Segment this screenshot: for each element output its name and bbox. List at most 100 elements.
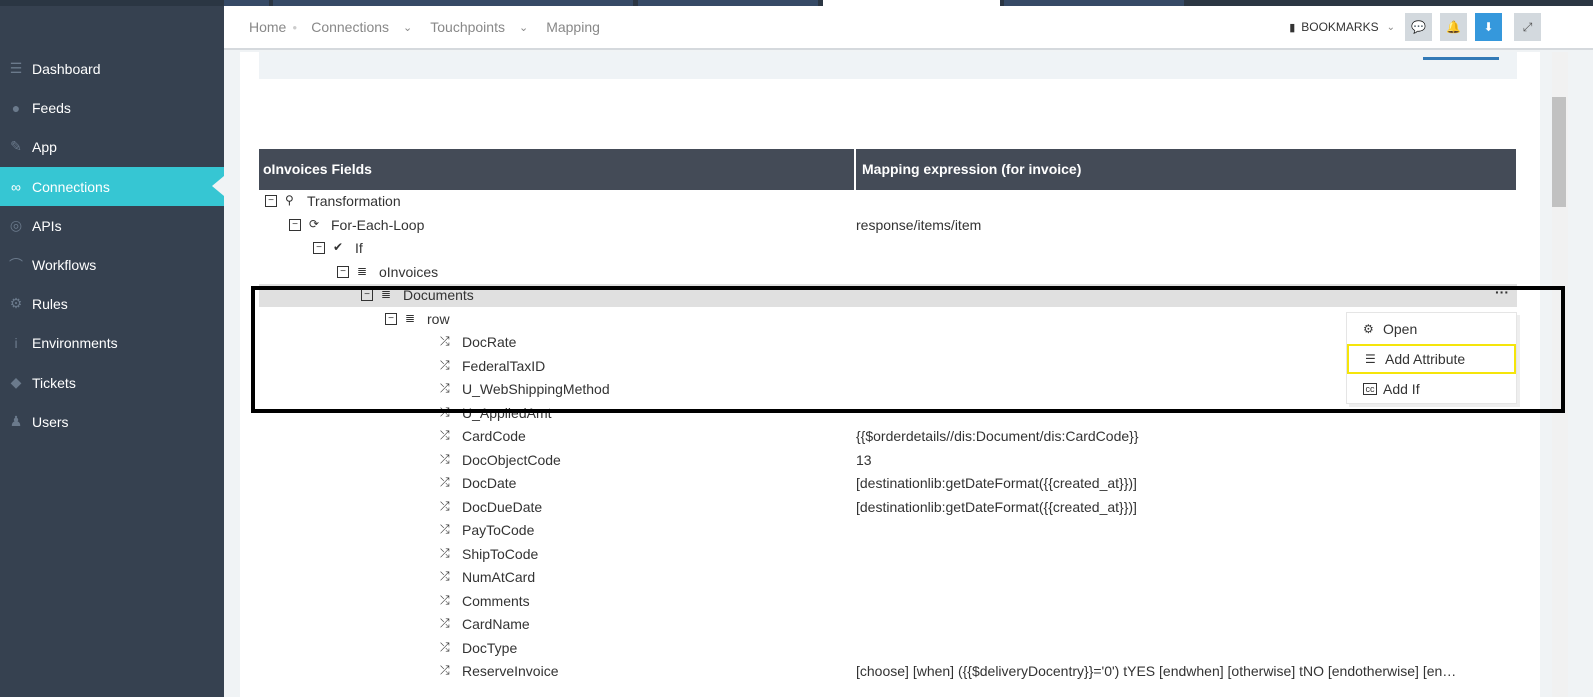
notifications-button[interactable]: 🔔 [1440,13,1467,41]
chevron-down-icon[interactable]: ⌄ [519,21,528,34]
collapse-toggle[interactable]: − [313,242,325,254]
chevron-down-icon: ⌄ [1386,21,1395,33]
shuffle-icon: ⤮ [440,639,450,654]
fullscreen-button[interactable]: ⤢ [1514,13,1541,41]
tree-row[interactable]: ⤮ CardCode {{$orderdetails//dis:Document/d… [259,425,1517,448]
database-icon: ☰ [9,60,23,76]
mapping-expression[interactable]: [destinationlib:getDateFormat({{created_… [856,499,1137,515]
menu-item-add-if[interactable]: cc Add If [1347,374,1516,404]
shuffle-icon: ⤮ [440,475,450,489]
bookmark-icon: ▮ [1289,21,1296,34]
chat-icon: 💬 [1411,20,1426,34]
link-icon: ∞ [11,178,21,195]
sidebar-item-rules[interactable]: ⚙ Rules [0,284,224,323]
info-icon: i [14,334,18,351]
field-label: CardName [462,616,530,632]
field-label: DocDate [462,475,517,491]
sidebar-item-apis[interactable]: ◎ APIs [0,206,224,245]
download-button[interactable]: ⬇ [1475,13,1502,41]
breadcrumb-dot: ● [292,22,298,32]
shuffle-icon: ⤮ [440,663,450,677]
sidebar-item-tickets[interactable]: ◆ Tickets [0,363,224,402]
column-header-fields: oInvoices Fields [263,161,372,177]
sidebar-item-workflows[interactable]: ⌒ Workflows [0,245,224,284]
menu-item-open[interactable]: ⚙ Open [1347,314,1516,344]
menu-item-add-attribute[interactable]: ☰ Add Attribute [1347,344,1516,374]
user-icon: ♟ [9,413,23,429]
field-label: ShipToCode [462,545,539,562]
sliders-icon: ☰ [1365,352,1376,366]
field-label: PayToCode [462,522,535,538]
breadcrumb-home[interactable]: Home [249,19,286,35]
tree-row[interactable]: ⤮ DocType [259,637,1517,660]
lifebuoy-icon: ◎ [9,217,23,233]
table-header: oInvoices Fields Mapping expression (for… [259,149,1516,190]
tree-row[interactable]: ⤮ DocDueDate [destinationlib:getDateFormat… [259,496,1517,519]
sidebar-item-dashboard[interactable]: ☰ Dashboard [0,49,224,88]
sidebar-item-feeds[interactable]: ● Feeds [0,88,224,127]
list-icon: ≣ [357,263,368,278]
tree-row[interactable]: ⤮ ReserveInvoice [choose] [when] ({{$deliv… [259,660,1517,683]
collapse-toggle[interactable]: − [265,195,277,207]
tree-row[interactable]: − ✔ If [259,237,1517,260]
expand-icon: ⤢ [1522,19,1533,34]
breadcrumb-connections[interactable]: Connections [311,19,389,35]
check-circle-icon: ✔ [333,240,344,254]
toolbar-area [259,52,1517,79]
tree-row[interactable]: ⤮ CardName [259,613,1517,636]
tree-row[interactable]: ⤮ ShipToCode [259,543,1517,566]
tree-row[interactable]: ⤮ Comments [259,590,1517,613]
workflow-icon: ⌒ [9,256,23,273]
bookmarks-dropdown[interactable]: BOOKMARKS [1301,20,1378,34]
tree-row[interactable]: ⤮ NumAtCard [259,566,1517,589]
shuffle-icon: ⤮ [440,428,450,442]
field-label: oInvoices [379,263,439,280]
tree-row[interactable]: ⤮ DocObjectCode 13 [259,449,1517,472]
signpost-icon: ⚲ [285,193,294,207]
gears-icon: ⚙ [1363,322,1374,336]
sidebar-item-users[interactable]: ♟ Users [0,402,224,441]
cc-icon: cc [1363,383,1377,395]
mapping-expression[interactable]: response/items/item [856,217,981,233]
scrollbar-thumb[interactable] [1552,97,1566,207]
loop-icon: ⟳ [309,216,320,231]
shuffle-icon: ⤮ [440,522,450,536]
shuffle-icon: ⤮ [440,451,450,466]
chat-button[interactable]: 💬 [1405,13,1432,41]
download-icon: ⬇ [1483,20,1494,34]
header: Home ● Connections ⌄ Touchpoints ⌄ Mapping … [224,6,1593,50]
collapse-toggle[interactable]: − [337,265,349,278]
tree-row[interactable]: ⤮ DocDate [destinationlib:getDateFormat({{… [259,472,1517,495]
field-label: CardCode [462,428,526,444]
mapping-expression[interactable]: {{$orderdetails//dis:Document/dis:CardCo… [856,428,1139,444]
context-menu: ⚙ Open ☰ Add Attribute cc Add If [1346,312,1517,404]
breadcrumb-mapping[interactable]: Mapping [546,19,600,35]
mapping-expression[interactable]: [choose] [when] ({{$deliveryDocentry}}='… [856,663,1456,679]
bell-icon: 🔔 [1446,20,1461,34]
field-label: For-Each-Loop [331,216,425,233]
chevron-down-icon[interactable]: ⌄ [403,21,412,34]
field-label: Transformation [307,193,401,209]
sidebar-item-app[interactable]: ✎ App [0,127,224,166]
field-label: DocType [462,639,518,656]
sidebar-item-connections[interactable]: ∞ Connections [0,167,224,206]
field-label: NumAtCard [462,569,536,585]
tree-row[interactable]: − ⚲ Transformation [259,190,1517,213]
field-label: DocDueDate [462,498,543,515]
shuffle-icon: ⤮ [440,569,450,583]
field-label: DocObjectCode [462,451,561,468]
comments-icon: ● [11,99,21,116]
mapping-expression[interactable]: [destinationlib:getDateFormat({{created_… [856,475,1137,491]
shuffle-icon: ⤮ [440,616,450,630]
field-label: If [355,240,363,256]
breadcrumb-touchpoints[interactable]: Touchpoints [430,19,505,35]
collapse-toggle[interactable]: − [289,218,301,231]
tree-row[interactable]: − ≣ oInvoices [259,261,1517,284]
tree-row[interactable]: ⤮ PayToCode [259,519,1517,542]
shuffle-icon: ⤮ [440,498,450,513]
mapping-expression[interactable]: 13 [856,452,872,468]
sidebar-item-environments[interactable]: i Environments [0,323,224,362]
column-header-mapping: Mapping expression (for invoice) [862,161,1082,177]
tree-row[interactable]: − ⟳ For-Each-Loop response/items/item [259,214,1517,237]
sidebar: ☰ Dashboard ● Feeds ✎ App ∞ Connections ◎ API… [0,6,224,697]
